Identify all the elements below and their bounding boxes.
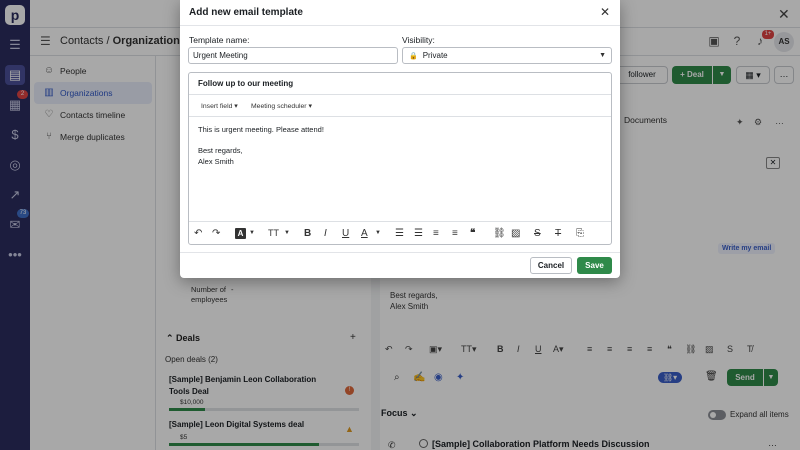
template-name-label: Template name: — [189, 35, 250, 45]
divider — [180, 25, 620, 26]
meeting-scheduler-dropdown[interactable]: Meeting scheduler ▾ — [251, 102, 312, 110]
caret-down-icon: ▾ — [308, 103, 312, 110]
text-style-icon[interactable]: A — [235, 228, 246, 239]
insert-field-label: Insert field — [201, 103, 233, 110]
caret-down-icon[interactable]: ▼ — [284, 227, 290, 240]
template-name-input[interactable]: Urgent Meeting — [188, 47, 398, 64]
caret-down-icon[interactable]: ▼ — [249, 227, 255, 240]
clear-formatting-icon[interactable]: T — [555, 227, 561, 240]
chevron-down-icon: ▼ — [599, 52, 606, 59]
strikethrough-icon[interactable]: S — [534, 227, 541, 240]
outdent-icon[interactable]: ≡ — [433, 227, 439, 240]
lock-icon: 🔒 — [409, 53, 418, 60]
caret-down-icon: ▾ — [234, 103, 238, 110]
redo-icon[interactable]: ↷ — [212, 227, 220, 240]
dialog-title: Add new email template — [189, 7, 303, 18]
underline-icon[interactable]: U — [342, 227, 349, 240]
font-size-icon[interactable]: TT — [268, 227, 279, 240]
body-line: Best regards, — [198, 146, 243, 155]
template-editor: Follow up to our meeting Insert field ▾ … — [188, 72, 612, 245]
body-line: This is urgent meeting. Please attend! — [198, 125, 324, 134]
save-button[interactable]: Save — [577, 257, 612, 274]
bullet-list-icon[interactable]: ☰ — [414, 227, 423, 240]
visibility-value: Private — [422, 51, 448, 60]
visibility-label: Visibility: — [402, 35, 435, 45]
template-body[interactable]: This is urgent meeting. Please attend! B… — [198, 125, 324, 167]
attachment-icon[interactable]: ⎘ — [576, 227, 584, 240]
insert-toolbar: Insert field ▾ Meeting scheduler ▾ — [189, 95, 611, 117]
bold-icon[interactable]: B — [304, 227, 311, 240]
caret-down-icon[interactable]: ▼ — [375, 227, 381, 240]
insert-field-dropdown[interactable]: Insert field ▾ — [201, 102, 238, 110]
numbered-list-icon[interactable]: ☰ — [395, 227, 404, 240]
body-line: Alex Smith — [198, 156, 234, 166]
meeting-scheduler-label: Meeting scheduler — [251, 103, 307, 110]
divider — [180, 252, 620, 253]
indent-icon[interactable]: ≡ — [452, 227, 458, 240]
cancel-button[interactable]: Cancel — [530, 257, 572, 274]
subject-input[interactable]: Follow up to our meeting — [189, 73, 611, 95]
visibility-select[interactable]: 🔒 Private ▼ — [402, 47, 612, 64]
body-line — [198, 136, 324, 147]
link-icon[interactable]: ⛓ — [493, 227, 506, 240]
email-template-dialog: Add new email template ✕ Template name: … — [180, 0, 620, 278]
font-color-icon[interactable]: A — [361, 227, 368, 240]
undo-icon[interactable]: ↶ — [194, 227, 202, 240]
quote-icon[interactable]: ❝ — [470, 227, 475, 240]
close-icon[interactable]: ✕ — [598, 5, 612, 19]
image-icon[interactable]: ▨ — [511, 227, 520, 240]
italic-icon[interactable]: I — [324, 227, 327, 240]
format-toolbar: ↶ ↷ A ▼ TT ▼ B I U A ▼ ☰ ☰ ≡ ≡ ❝ ⛓ ▨ S T… — [189, 221, 611, 244]
